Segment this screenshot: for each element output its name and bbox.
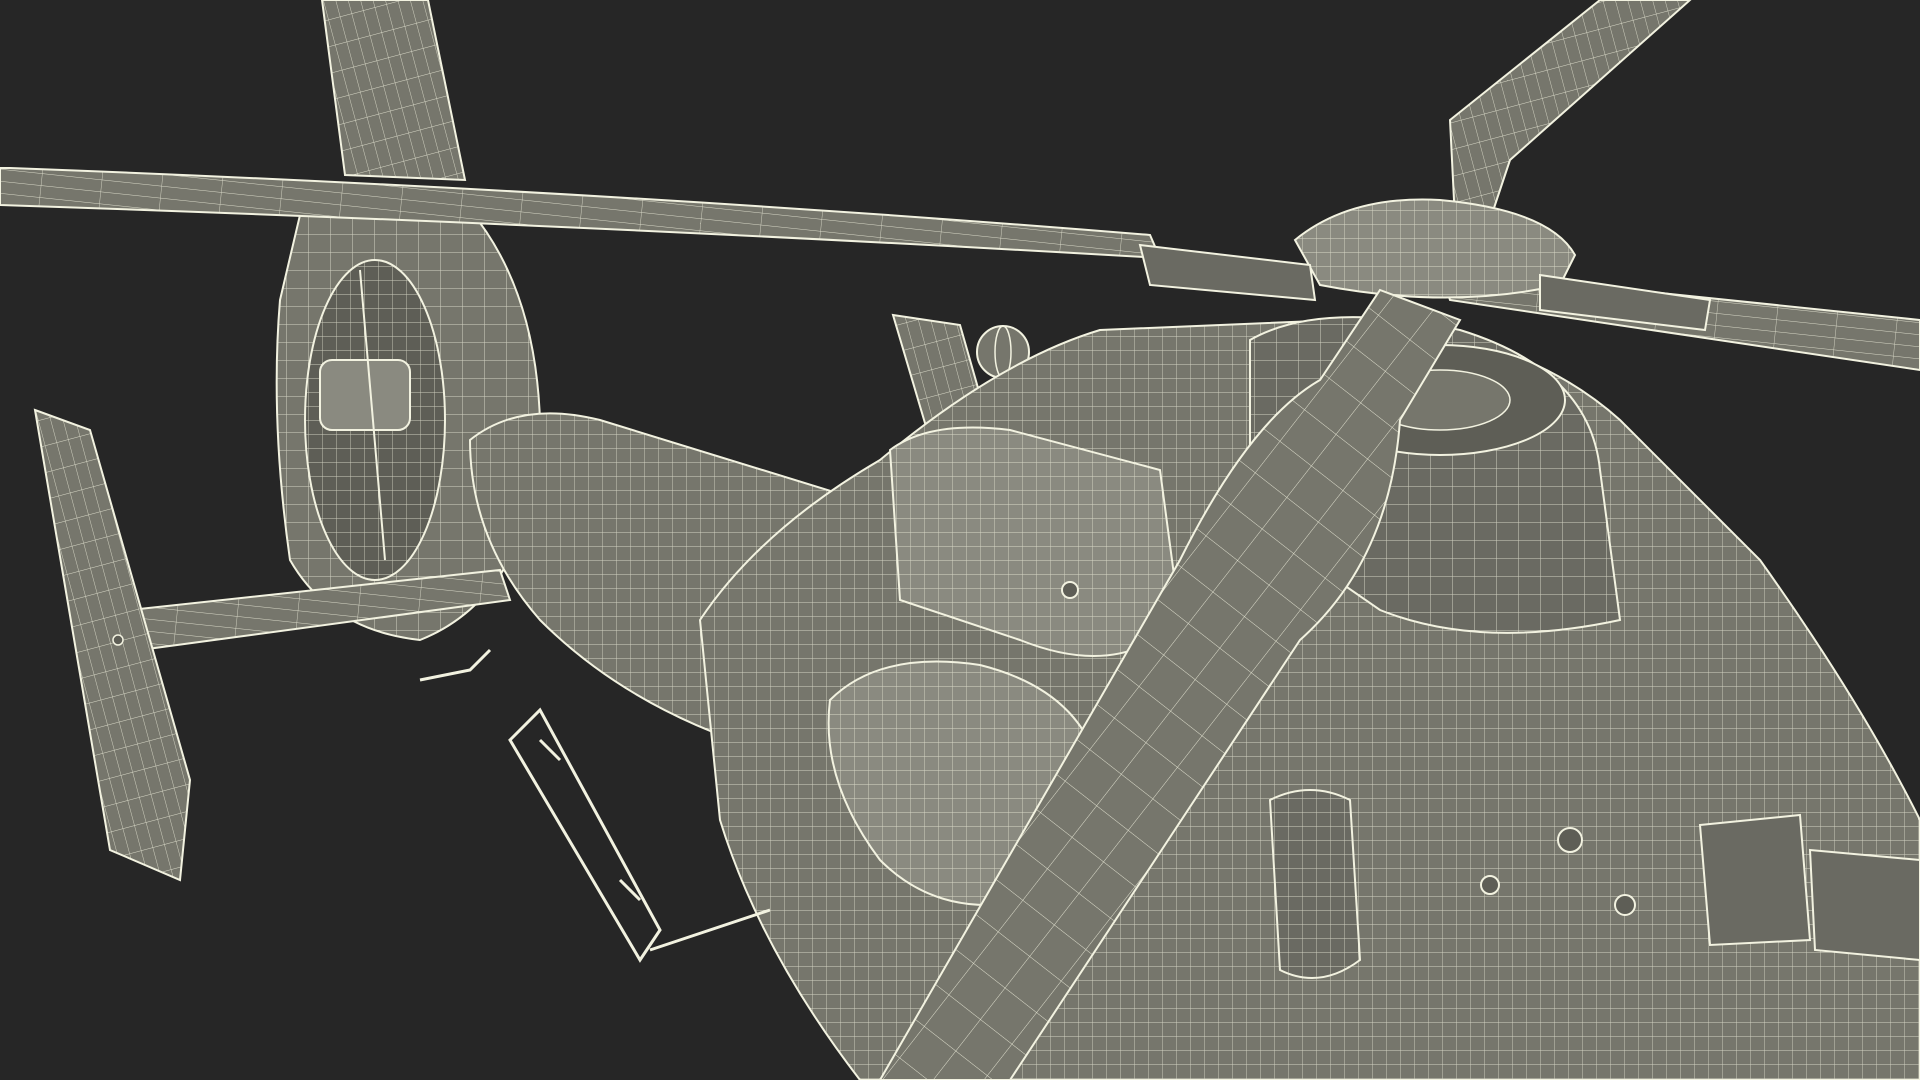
render-viewport: [0, 0, 1920, 1080]
exhaust-pipe: [1268, 789, 1362, 979]
helicopter-wireframe: [0, 0, 1920, 1080]
